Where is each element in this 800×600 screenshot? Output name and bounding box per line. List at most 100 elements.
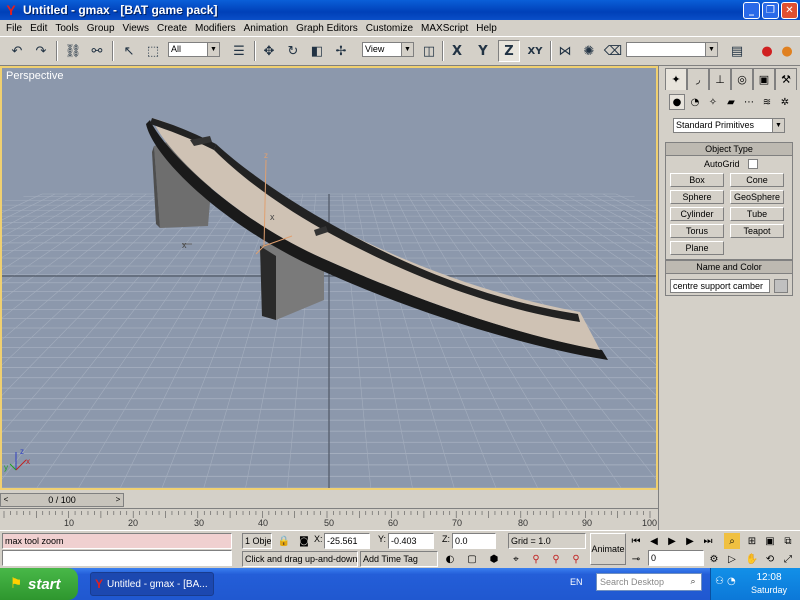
sphere-button[interactable]: Sphere	[670, 190, 724, 204]
absolute-mode-icon[interactable]: ◙	[296, 533, 312, 549]
pivot-icon[interactable]: ✢	[330, 40, 352, 62]
object-color-swatch[interactable]	[774, 279, 788, 293]
link-icon[interactable]: ⛓	[62, 40, 84, 62]
region-select-icon[interactable]: ⬚	[142, 40, 164, 62]
network-icon[interactable]: ⚇	[715, 576, 724, 587]
next-frame-button[interactable]: >	[113, 494, 123, 506]
autogrid-checkbox[interactable]	[748, 159, 758, 169]
close-icon[interactable]: ✕	[781, 1, 798, 19]
spinner-snap-icon[interactable]: ⌖	[508, 551, 524, 567]
percent-snap-toggle-icon[interactable]: ⚲	[568, 551, 584, 567]
menu-create[interactable]: Create	[153, 23, 191, 34]
perspective-viewport[interactable]: z x x z x y Perspective	[0, 66, 658, 490]
utilities-tab-icon[interactable]: ⚒	[775, 68, 797, 90]
cameras-icon[interactable]: ▰	[723, 94, 739, 110]
time-config-icon[interactable]: ⚙	[706, 551, 722, 567]
percent-snap-icon[interactable]: ⬢	[486, 551, 502, 567]
helpers-icon[interactable]: ⋯	[741, 94, 757, 110]
create-tab-icon[interactable]: ✦	[665, 68, 687, 90]
angle-snap-icon[interactable]: ▢	[464, 551, 480, 567]
menu-views[interactable]: Views	[119, 23, 154, 34]
teapot-button[interactable]: Teapot	[730, 224, 784, 238]
add-time-tag-button[interactable]: Add Time Tag	[360, 551, 438, 567]
geosphere-button[interactable]: GeoSphere	[730, 190, 784, 204]
restrict-y-button[interactable]: Y	[472, 40, 494, 62]
primitive-category-dropdown[interactable]: Standard Primitives ▼	[673, 118, 785, 133]
menu-tools[interactable]: Tools	[51, 23, 82, 34]
selection-filter-dropdown[interactable]: All ▼	[168, 42, 220, 57]
search-icon[interactable]: ⌕	[685, 574, 701, 590]
arc-rotate-icon[interactable]: ⟲	[762, 551, 778, 567]
select-object-icon[interactable]: ↖	[118, 40, 140, 62]
restrict-xy-button[interactable]: XY	[522, 40, 548, 62]
spacewarps-icon[interactable]: ≋	[759, 94, 775, 110]
geometry-icon[interactable]: ●	[669, 94, 685, 110]
menu-modifiers[interactable]: Modifiers	[191, 23, 240, 34]
viewport-label[interactable]: Perspective	[6, 70, 63, 82]
maximize-viewport-icon[interactable]: ⤢	[780, 551, 796, 567]
box-button[interactable]: Box	[670, 173, 724, 187]
eraser-icon[interactable]: ⌫	[602, 40, 624, 62]
undo-icon[interactable]: ↶	[6, 40, 28, 62]
mirror-icon[interactable]: ⋈	[554, 40, 576, 62]
go-to-start-icon[interactable]: ⏮	[628, 533, 644, 549]
script-listener-output[interactable]	[2, 550, 232, 566]
select-by-name-icon[interactable]: ☰	[228, 40, 250, 62]
time-slider-thumb[interactable]: < 0 / 100 >	[0, 493, 124, 507]
previous-frame-icon[interactable]: ◀	[646, 533, 662, 549]
lock-icon[interactable]: 🔒	[276, 533, 292, 549]
use-center-icon[interactable]: ◫	[418, 40, 440, 62]
snap-toggle-icon[interactable]: ◐	[442, 551, 458, 567]
zoom-extents-all-icon[interactable]: ⧉	[780, 533, 796, 549]
motion-tab-icon[interactable]: ◎	[731, 68, 753, 90]
desktop-search-input[interactable]: Search Desktop ⌕	[596, 573, 702, 591]
menu-customize[interactable]: Customize	[362, 23, 417, 34]
field-of-view-icon[interactable]: ▷	[724, 551, 740, 567]
animate-button[interactable]: Animate	[590, 533, 626, 565]
restrict-x-button[interactable]: X	[446, 40, 468, 62]
array-icon[interactable]: ✺	[578, 40, 600, 62]
menu-file[interactable]: File	[2, 23, 26, 34]
hierarchy-tab-icon[interactable]: ⊥	[709, 68, 731, 90]
move-icon[interactable]: ✥	[258, 40, 280, 62]
snap-3d-icon[interactable]: ⚲	[528, 551, 544, 567]
start-button[interactable]: ⚑ start	[0, 568, 78, 600]
rotate-icon[interactable]: ↻	[282, 40, 304, 62]
zoom-extents-icon[interactable]: ▣	[762, 533, 778, 549]
tube-button[interactable]: Tube	[730, 207, 784, 221]
lights-icon[interactable]: ✧	[705, 94, 721, 110]
z-coord-field[interactable]: 0.0	[452, 533, 496, 549]
key-mode-icon[interactable]: ⊸	[628, 551, 644, 567]
zoom-all-icon[interactable]: ⊞	[744, 533, 760, 549]
torus-button[interactable]: Torus	[670, 224, 724, 238]
unlink-icon[interactable]: ⚯	[86, 40, 108, 62]
name-and-color-header[interactable]: Name and Color	[666, 261, 792, 274]
menu-edit[interactable]: Edit	[26, 23, 51, 34]
menu-maxscript[interactable]: MAXScript	[417, 23, 472, 34]
restrict-z-button[interactable]: Z	[498, 40, 520, 62]
menu-group[interactable]: Group	[83, 23, 119, 34]
modify-tab-icon[interactable]: ◞	[687, 68, 709, 90]
redo-icon[interactable]: ↷	[30, 40, 52, 62]
systems-icon[interactable]: ✲	[777, 94, 793, 110]
clock-time[interactable]: 12:08	[741, 572, 797, 583]
scale-icon[interactable]: ◧	[306, 40, 328, 62]
object-name-field[interactable]: centre support camber	[670, 279, 770, 293]
script-listener-field[interactable]: max tool zoom	[2, 533, 232, 549]
angle-snap-toggle-icon[interactable]: ⚲	[548, 551, 564, 567]
quick-render-icon[interactable]: ●	[776, 40, 798, 62]
cylinder-button[interactable]: Cylinder	[670, 207, 724, 221]
cone-button[interactable]: Cone	[730, 173, 784, 187]
prev-frame-button[interactable]: <	[1, 494, 11, 506]
plane-button[interactable]: Plane	[670, 241, 724, 255]
language-indicator[interactable]: EN	[570, 577, 583, 587]
shapes-icon[interactable]: ◔	[687, 94, 703, 110]
named-selection-dropdown[interactable]: ▼	[626, 42, 718, 57]
play-icon[interactable]: ▶	[664, 533, 680, 549]
object-type-header[interactable]: Object Type	[666, 143, 792, 156]
minimize-icon[interactable]: _	[743, 1, 760, 19]
y-coord-field[interactable]: -0.403	[388, 533, 434, 549]
pan-icon[interactable]: ✋	[744, 551, 760, 567]
volume-icon[interactable]: ◔	[727, 576, 736, 587]
align-icon[interactable]: ▤	[726, 40, 748, 62]
